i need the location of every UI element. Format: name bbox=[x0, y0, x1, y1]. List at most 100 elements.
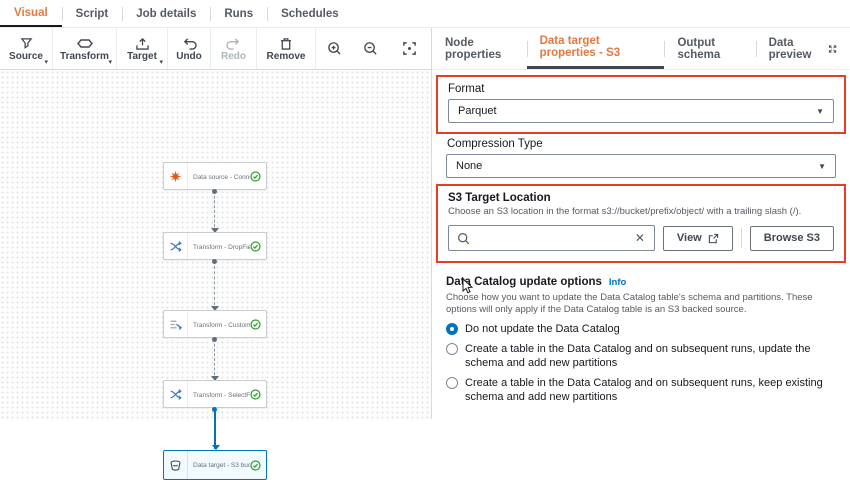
source-label: Source bbox=[9, 52, 43, 62]
fit-to-screen-button[interactable] bbox=[388, 28, 431, 69]
node-text: Transform - Custom code Custom transform bbox=[188, 311, 250, 337]
remove-button[interactable]: Remove bbox=[257, 28, 316, 69]
tab-label: Schedules bbox=[281, 8, 339, 20]
visual-editor-pane: Source ▾ Transform ▾ Target ▾ bbox=[0, 28, 432, 419]
undo-button[interactable]: Undo bbox=[168, 28, 211, 69]
node-caption: Transform - DropFields bbox=[193, 244, 250, 251]
search-icon bbox=[457, 232, 470, 245]
transform-icon bbox=[77, 36, 93, 51]
s3-path-input[interactable] bbox=[476, 232, 634, 244]
singlestore-star-icon bbox=[164, 163, 188, 189]
format-select[interactable]: Parquet ▼ bbox=[448, 99, 834, 123]
compression-select[interactable]: None ▼ bbox=[446, 154, 836, 178]
redo-button[interactable]: Redo bbox=[211, 28, 257, 69]
undo-icon bbox=[182, 36, 197, 51]
expand-icon bbox=[828, 43, 837, 55]
clear-input-icon[interactable]: ✕ bbox=[634, 232, 646, 244]
node-caption: Data target - S3 bucket bbox=[193, 462, 250, 469]
connector-dashed bbox=[214, 261, 215, 310]
success-check-icon bbox=[250, 381, 266, 407]
success-check-icon bbox=[250, 311, 266, 337]
chevron-down-icon: ▼ bbox=[816, 107, 824, 116]
undo-label: Undo bbox=[176, 52, 202, 62]
node-title: Amazon S3 bbox=[193, 477, 239, 479]
fit-to-screen-icon bbox=[402, 41, 417, 56]
data-catalog-section: Data Catalog update options Info Choose h… bbox=[446, 272, 836, 404]
tab-data-target-properties[interactable]: Data target properties - S3 bbox=[527, 28, 665, 69]
transform-label: Transform bbox=[60, 52, 109, 62]
s3-location-description: Choose an S3 location in the format s3:/… bbox=[448, 206, 834, 218]
success-check-icon bbox=[250, 233, 266, 259]
radio-unselected-icon[interactable] bbox=[446, 343, 458, 355]
compression-field: Compression Type None ▼ bbox=[446, 138, 836, 178]
tab-schedules[interactable]: Schedules bbox=[267, 0, 353, 27]
zoom-out-button[interactable] bbox=[352, 28, 388, 69]
browse-s3-button[interactable]: Browse S3 bbox=[750, 226, 834, 251]
chevron-down-icon: ▾ bbox=[44, 58, 48, 66]
zoom-out-icon bbox=[363, 41, 378, 56]
tab-visual[interactable]: Visual bbox=[0, 0, 62, 27]
tab-runs[interactable]: Runs bbox=[210, 0, 267, 27]
node-custom-transform[interactable]: Transform - Custom code Custom transform bbox=[163, 310, 267, 338]
radio-unselected-icon[interactable] bbox=[446, 377, 458, 389]
format-label: Format bbox=[448, 83, 834, 95]
view-button[interactable]: View bbox=[663, 226, 733, 251]
job-flow-canvas[interactable]: Data source - Connection SingleStore con… bbox=[0, 70, 431, 419]
redo-label: Redo bbox=[221, 52, 246, 62]
radio-selected-icon[interactable] bbox=[446, 323, 458, 335]
node-text: Data target - S3 bucket Amazon S3 bbox=[188, 451, 250, 479]
catalog-title: Data Catalog update options bbox=[446, 276, 602, 288]
catalog-description: Choose how you want to update the Data C… bbox=[446, 292, 836, 316]
node-caption: Transform - SelectFromCol... bbox=[193, 392, 250, 399]
radio-option-do-not-update[interactable]: Do not update the Data Catalog bbox=[446, 322, 836, 336]
success-check-icon bbox=[250, 451, 266, 479]
remove-label: Remove bbox=[267, 52, 306, 62]
custom-code-icon bbox=[164, 311, 188, 337]
shuffle-transform-icon bbox=[164, 233, 188, 259]
node-amazon-s3-target[interactable]: Data target - S3 bucket Amazon S3 bbox=[163, 450, 267, 480]
node-select-from-collection[interactable]: Transform - SelectFromCol... Select From… bbox=[163, 380, 267, 408]
node-text: Transform - SelectFromCol... Select From… bbox=[188, 381, 250, 407]
node-text: Data source - Connection SingleStore con… bbox=[188, 163, 250, 189]
connector-selected bbox=[214, 409, 216, 449]
add-transform-button[interactable]: Transform ▾ bbox=[53, 28, 117, 69]
s3-bucket-icon bbox=[164, 451, 188, 479]
node-singlestore-source[interactable]: Data source - Connection SingleStore con… bbox=[163, 162, 267, 190]
tab-script[interactable]: Script bbox=[62, 0, 123, 27]
top-tab-bar: Visual Script Job details Runs Schedules bbox=[0, 0, 850, 28]
node-caption: Data source - Connection bbox=[193, 174, 250, 181]
compression-value: None bbox=[456, 160, 482, 172]
tab-label: Output schema bbox=[677, 37, 742, 61]
catalog-options: Do not update the Data Catalog Create a … bbox=[446, 322, 836, 404]
panel-tab-bar: Node properties Data target properties -… bbox=[432, 28, 850, 70]
info-link[interactable]: Info bbox=[609, 277, 626, 288]
zoom-in-icon bbox=[327, 41, 342, 56]
target-label: Target bbox=[127, 52, 157, 62]
panel-content: Format Parquet ▼ Compression Type None ▼ bbox=[432, 70, 850, 419]
view-label: View bbox=[677, 232, 702, 244]
tab-output-schema[interactable]: Output schema bbox=[664, 28, 755, 69]
canvas-toolbar: Source ▾ Transform ▾ Target ▾ bbox=[0, 28, 431, 70]
add-target-button[interactable]: Target ▾ bbox=[117, 28, 168, 69]
format-value: Parquet bbox=[458, 105, 497, 117]
catalog-title-row: Data Catalog update options Info bbox=[446, 272, 836, 290]
connector-dashed bbox=[214, 191, 215, 232]
s3-location-highlight-box: S3 Target Location Choose an S3 location… bbox=[436, 184, 846, 263]
tab-label: Data preview bbox=[769, 37, 823, 61]
tab-node-properties[interactable]: Node properties bbox=[432, 28, 527, 69]
node-drop-fields[interactable]: Transform - DropFields Drop Fields bbox=[163, 232, 267, 260]
zoom-in-button[interactable] bbox=[316, 28, 352, 69]
button-divider bbox=[741, 228, 742, 248]
tab-data-preview[interactable]: Data preview bbox=[756, 28, 850, 69]
radio-option-update-schema[interactable]: Create a table in the Data Catalog and o… bbox=[446, 342, 836, 370]
add-source-button[interactable]: Source ▾ bbox=[0, 28, 53, 69]
radio-option-keep-schema[interactable]: Create a table in the Data Catalog and o… bbox=[446, 376, 836, 404]
radio-label: Create a table in the Data Catalog and o… bbox=[465, 376, 836, 404]
tab-job-details[interactable]: Job details bbox=[122, 0, 210, 27]
tab-label: Data target properties - S3 bbox=[540, 35, 652, 59]
source-icon bbox=[19, 36, 34, 51]
browse-s3-label: Browse S3 bbox=[764, 232, 820, 244]
node-caption: Transform - Custom code bbox=[193, 322, 250, 329]
radio-label: Create a table in the Data Catalog and o… bbox=[465, 342, 836, 370]
tab-label: Runs bbox=[224, 8, 253, 20]
